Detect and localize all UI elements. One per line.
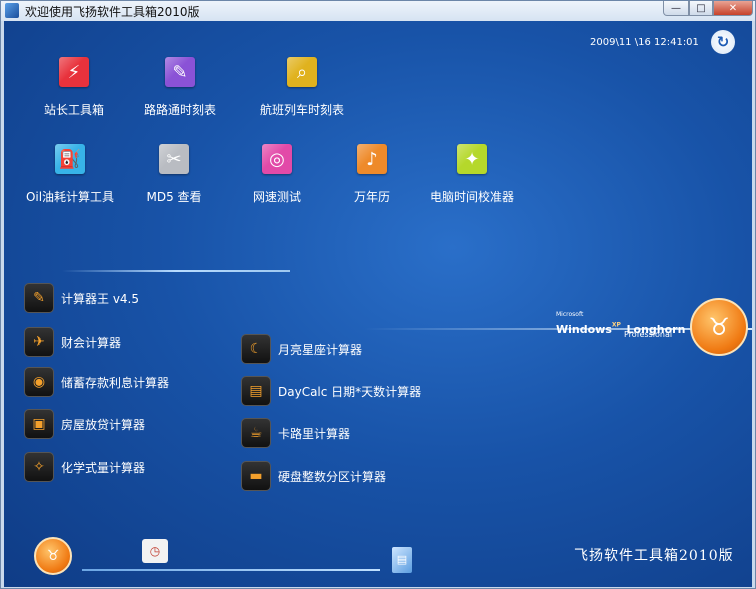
magnifier-icon: ⌕ xyxy=(287,57,317,87)
logo-microsoft: Microsoft xyxy=(556,311,584,318)
tile-label: Oil油耗计算工具 xyxy=(25,190,115,204)
title-bar: 欢迎使用飞扬软件工具箱2010版 — □ ✕ xyxy=(1,1,755,21)
logo-professional: Professional xyxy=(624,330,673,339)
calculator-icon: ✎ xyxy=(24,283,54,313)
close-button[interactable]: ✕ xyxy=(713,1,753,16)
tile-md5-viewer[interactable]: ✂ MD5 查看 xyxy=(119,144,229,205)
window-title: 欢迎使用飞扬软件工具箱2010版 xyxy=(25,5,200,19)
main-panel: 2009\11 \16 12:41:01 ↻ ⚡ 站长工具箱 ✎ 路路通时刻表 … xyxy=(4,21,752,587)
tool-label: DayCalc 日期*天数计算器 xyxy=(278,385,422,399)
tile-flight-train-timetable[interactable]: ⌕ 航班列车时刻表 xyxy=(247,57,357,118)
calendar-clock-icon[interactable]: ◷ xyxy=(142,539,168,563)
section-divider xyxy=(62,270,290,272)
logo-windows: Windows xyxy=(556,323,612,336)
tile-label: MD5 查看 xyxy=(146,190,202,204)
document-icon[interactable]: ▤ xyxy=(392,547,412,573)
tool-label: 化学式量计算器 xyxy=(61,461,146,475)
refresh-icon[interactable]: ↻ xyxy=(711,30,735,54)
tile-speed-test[interactable]: ◎ 网速测试 xyxy=(222,144,332,205)
tool-label: 硬盘整数分区计算器 xyxy=(278,470,387,484)
calendar-icon: ▤ xyxy=(241,376,271,406)
bottom-divider xyxy=(82,569,380,571)
tile-perpetual-calendar[interactable]: ♪ 万年历 xyxy=(317,144,427,205)
cup-icon: ☕ xyxy=(241,418,271,448)
app-icon xyxy=(5,3,19,18)
tile-webmaster-toolbox[interactable]: ⚡ 站长工具箱 xyxy=(19,57,129,118)
clock-display: 2009\11 \16 12:41:01 xyxy=(590,37,699,48)
bull-logo-icon: ♉ xyxy=(690,298,748,356)
tile-label: 电脑时间校准器 xyxy=(429,190,514,204)
tool-label: 卡路里计算器 xyxy=(278,427,351,441)
tile-time-calibrator[interactable]: ✦ 电脑时间校准器 xyxy=(417,144,527,205)
moon-icon: ☾ xyxy=(241,334,271,364)
tool-label: 储蓄存款利息计算器 xyxy=(61,376,170,390)
tool-label: 月亮星座计算器 xyxy=(278,343,363,357)
tile-label: 站长工具箱 xyxy=(43,103,104,117)
coin-icon: ◉ xyxy=(24,367,54,397)
logo-xp: XP xyxy=(611,321,621,329)
pen-icon: ✎ xyxy=(165,57,195,87)
tile-road-timetable[interactable]: ✎ 路路通时刻表 xyxy=(125,57,235,118)
tool-label: 计算器王 v4.5 xyxy=(61,292,140,306)
tile-label: 航班列车时刻表 xyxy=(259,103,344,117)
lightning-icon: ⚡ xyxy=(59,57,89,87)
tool-label: 房屋放贷计算器 xyxy=(61,418,146,432)
paperclip-icon: ◎ xyxy=(262,144,292,174)
tile-label: 万年历 xyxy=(353,190,390,204)
music-note-icon: ♪ xyxy=(357,144,387,174)
windows-logo-text: Microsoft WindowsXP Longhorn Professiona… xyxy=(556,311,685,339)
house-icon: ▣ xyxy=(24,409,54,439)
window-controls: — □ ✕ xyxy=(663,1,753,16)
tool-label: 财会计算器 xyxy=(61,336,122,350)
minimize-button[interactable]: — xyxy=(663,1,689,16)
app-window: 欢迎使用飞扬软件工具箱2010版 — □ ✕ 2009\11 \16 12:41… xyxy=(0,0,756,589)
brand-text: 飞扬软件工具箱2010版 xyxy=(574,548,734,564)
tile-oil-calculator[interactable]: ⛽ Oil油耗计算工具 xyxy=(15,144,125,205)
fuel-icon: ⛽ xyxy=(55,144,85,174)
tile-label: 网速测试 xyxy=(252,190,301,204)
pin-icon: ✦ xyxy=(457,144,487,174)
tools-icon: ✂ xyxy=(159,144,189,174)
home-bull-icon[interactable]: ♉ xyxy=(34,537,72,575)
plane-icon: ✈ xyxy=(24,327,54,357)
flask-icon: ✧ xyxy=(24,452,54,482)
tile-label: 路路通时刻表 xyxy=(143,103,216,117)
maximize-button[interactable]: □ xyxy=(689,1,713,16)
disk-icon: ▬ xyxy=(241,461,271,491)
